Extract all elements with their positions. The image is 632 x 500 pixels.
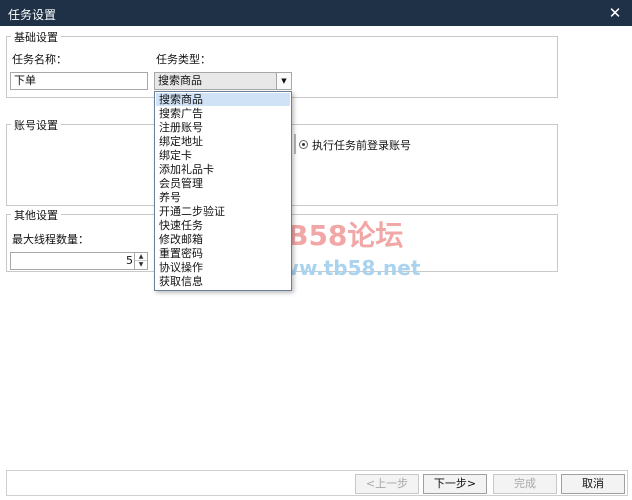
finish-button[interactable]: 完成 xyxy=(493,474,557,494)
dropdown-option[interactable]: 绑定卡 xyxy=(159,149,192,162)
button-bar: <上一步 下一步> 完成 取消 xyxy=(6,470,628,496)
dropdown-option[interactable]: 修改邮箱 xyxy=(159,233,203,246)
task-type-select[interactable]: 搜索商品 ▼ xyxy=(154,72,292,90)
dropdown-option[interactable]: 协议操作 xyxy=(159,261,203,274)
basic-settings-legend: 基础设置 xyxy=(11,29,61,45)
task-name-label: 任务名称： xyxy=(12,53,67,66)
dropdown-option[interactable]: 搜索广告 xyxy=(159,107,203,120)
dropdown-option[interactable]: 搜索商品 xyxy=(156,93,290,106)
dropdown-option[interactable]: 会员管理 xyxy=(159,177,203,190)
dialog-content: 基础设置 任务名称： 任务类型： 下单 搜索商品 ▼ 账号设置 执行任务前登录账… xyxy=(0,26,632,500)
dropdown-option[interactable]: 开通二步验证 xyxy=(159,205,225,218)
task-type-label: 任务类型： xyxy=(156,53,211,66)
dropdown-option[interactable]: 养号 xyxy=(159,191,181,204)
task-type-selected: 搜索商品 xyxy=(158,74,202,87)
dropdown-option[interactable]: 添加礼品卡 xyxy=(159,163,214,176)
dropdown-option[interactable]: 获取信息 xyxy=(159,275,203,288)
title-bar: 任务设置 ✕ xyxy=(0,0,632,26)
other-settings-legend: 其他设置 xyxy=(11,207,61,223)
prev-button[interactable]: <上一步 xyxy=(355,474,419,494)
stepper-down-icon[interactable]: ▼ xyxy=(135,261,147,269)
stepper-up-icon[interactable]: ▲ xyxy=(135,253,147,261)
task-name-input[interactable]: 下单 xyxy=(10,72,148,90)
login-before-task-label: 执行任务前登录账号 xyxy=(312,139,411,152)
dropdown-option[interactable]: 注册账号 xyxy=(159,121,203,134)
chevron-down-icon[interactable]: ▼ xyxy=(276,73,291,89)
dropdown-option[interactable]: 重置密码 xyxy=(159,247,203,260)
dropdown-option[interactable]: 快速任务 xyxy=(159,219,203,232)
radio-selected-icon xyxy=(299,140,308,149)
window-title: 任务设置 xyxy=(8,8,57,22)
close-icon[interactable]: ✕ xyxy=(606,4,624,22)
login-before-task-radio[interactable]: 执行任务前登录账号 xyxy=(294,134,411,154)
cancel-button[interactable]: 取消 xyxy=(561,474,625,494)
max-threads-value: 5 xyxy=(126,254,133,267)
account-settings-legend: 账号设置 xyxy=(11,117,61,133)
next-button[interactable]: 下一步> xyxy=(423,474,487,494)
max-threads-label: 最大线程数量： xyxy=(12,233,89,246)
max-threads-stepper[interactable]: 5 ▲ ▼ xyxy=(10,252,148,270)
dropdown-option[interactable]: 绑定地址 xyxy=(159,135,203,148)
task-type-dropdown: 搜索商品 搜索广告 注册账号 绑定地址 绑定卡 添加礼品卡 会员管理 养号 开通… xyxy=(154,91,292,291)
stepper-buttons: ▲ ▼ xyxy=(134,253,147,269)
